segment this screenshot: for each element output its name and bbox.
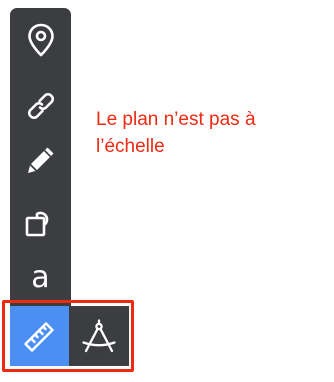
map-pin-icon xyxy=(27,23,54,57)
text-tool[interactable]: a xyxy=(10,248,71,308)
canvas: a Le plan n’est pas à l’échelle xyxy=(0,0,334,382)
link-tool[interactable] xyxy=(10,76,71,136)
map-pin-tool[interactable] xyxy=(10,10,71,70)
scale-disclaimer: Le plan n’est pas à l’échelle xyxy=(96,109,256,157)
text-icon: a xyxy=(31,260,50,295)
pencil-tool[interactable] xyxy=(10,130,71,190)
pencil-icon xyxy=(27,147,53,173)
measure-tools-highlight xyxy=(2,300,134,372)
shapes-icon xyxy=(25,211,48,237)
shapes-tool[interactable] xyxy=(10,192,71,252)
link-icon xyxy=(27,92,54,120)
tool-palette: a xyxy=(10,8,71,306)
